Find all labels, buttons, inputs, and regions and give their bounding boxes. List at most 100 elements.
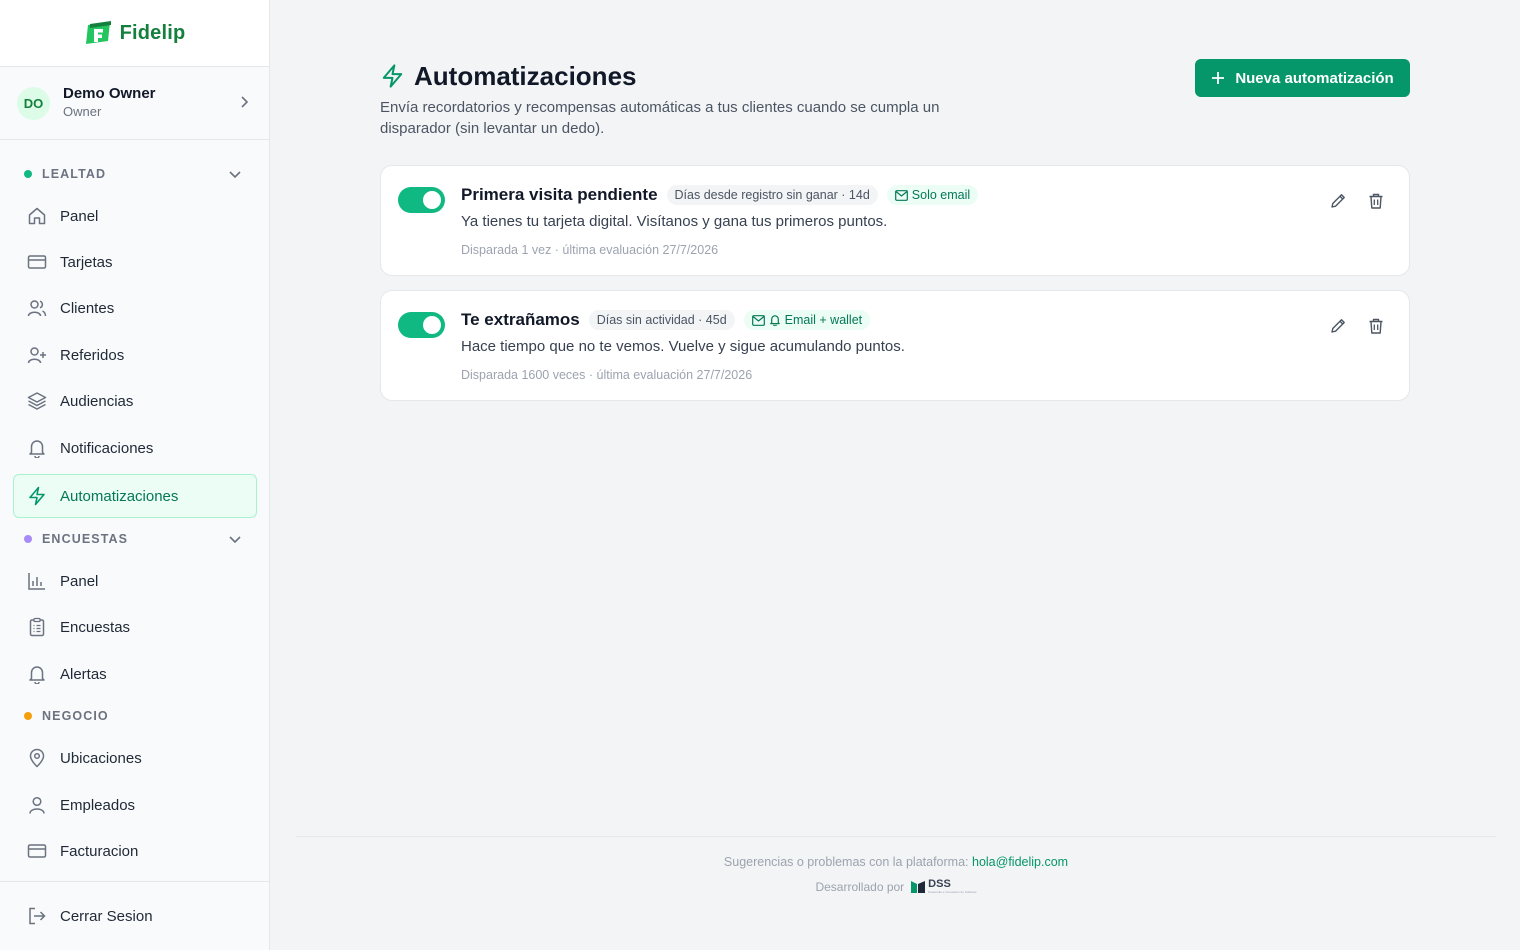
channel-label: Solo email (911, 188, 971, 202)
support-email-link[interactable]: hola@fidelip.com (972, 855, 1068, 869)
sidebar-item-automatizaciones[interactable]: Automatizaciones (13, 474, 257, 518)
channel-badge: Solo email (886, 185, 979, 205)
automation-card: Primera visita pendiente Días desde regi… (380, 165, 1410, 276)
credit-card-icon (26, 251, 48, 273)
dss-logo[interactable]: DSS Desarrollo e Innovación de Software (910, 878, 977, 895)
section-label: ENCUESTAS (42, 532, 129, 546)
users-icon (26, 297, 48, 319)
trash-icon[interactable] (1365, 190, 1387, 212)
home-icon (26, 205, 48, 227)
sidebar-footer: Cerrar Sesion (0, 881, 269, 950)
sidebar-item-label: Ubicaciones (60, 749, 142, 767)
trigger-badge: Días sin actividad · 45d (588, 310, 735, 330)
lightning-icon (382, 64, 403, 88)
section-dot (24, 170, 32, 178)
footer-feedback-text: Sugerencias o problemas con la plataform… (723, 855, 969, 869)
credit-card-icon (26, 840, 48, 862)
section-encuestas[interactable]: ENCUESTAS (24, 529, 246, 549)
automation-message: Ya tienes tu tarjeta digital. Visítanos … (461, 213, 888, 230)
bar-chart-icon (26, 570, 48, 592)
sidebar-item-label: Alertas (60, 665, 107, 683)
sidebar-item-tarjetas[interactable]: Tarjetas (13, 240, 257, 284)
dss-logo-text: DSS (928, 878, 951, 890)
user-profile[interactable]: DO Demo Owner Owner (0, 67, 269, 140)
sidebar-item-notificaciones[interactable]: Notificaciones (13, 426, 257, 470)
sidebar-item-ubicaciones[interactable]: Ubicaciones (13, 736, 257, 780)
bell-icon (769, 315, 780, 326)
automation-meta: Disparada 1 vez · última evaluación 27/7… (461, 243, 719, 257)
section-lealtad[interactable]: LEALTAD (24, 164, 246, 184)
footer-developer: Desarrollado por DSS Desarrollo e Innova… (296, 879, 1496, 895)
mail-icon (751, 314, 765, 326)
sidebar-item-label: Notificaciones (60, 439, 154, 457)
automation-toggle[interactable] (398, 187, 445, 213)
page-description: Envía recordatorios y recompensas automá… (380, 99, 940, 137)
chevron-right-icon (241, 96, 249, 108)
sidebar-item-label: Audiencias (60, 392, 134, 410)
sidebar-item-clientes[interactable]: Clientes (13, 286, 257, 330)
lightning-icon (26, 485, 48, 507)
sidebar-item-label: Encuestas (60, 618, 131, 636)
user-name: Demo Owner (63, 85, 156, 102)
user-icon (26, 794, 48, 816)
user-plus-icon (26, 344, 48, 366)
sidebar-item-referidos[interactable]: Referidos (13, 333, 257, 377)
automation-meta: Disparada 1600 veces · última evaluación… (461, 368, 753, 382)
plus-icon (1212, 72, 1225, 84)
automation-card: Te extrañamos Días sin actividad · 45d E… (380, 290, 1410, 401)
trigger-badge: Días desde registro sin ganar · 14d (666, 185, 878, 205)
trash-icon[interactable] (1365, 315, 1387, 337)
sidebar-item-encuestas[interactable]: Encuestas (13, 605, 257, 649)
channel-badge: Email + wallet (743, 310, 871, 330)
new-automation-label: Nueva automatización (1235, 69, 1394, 87)
edit-icon[interactable] (1327, 190, 1349, 212)
section-dot (24, 712, 32, 720)
sidebar-item-alertas[interactable]: Alertas (13, 652, 257, 696)
clipboard-icon (26, 616, 48, 638)
sidebar-item-label: Referidos (60, 346, 125, 364)
dss-logo-icon (911, 881, 926, 893)
sidebar-item-panel[interactable]: Panel (13, 194, 257, 238)
logout-icon (26, 905, 48, 927)
chevron-down-icon (229, 536, 241, 544)
fidelip-logo-icon (85, 21, 111, 44)
toggle-knob (423, 191, 441, 209)
sidebar: Fidelip DO Demo Owner Owner LEALTAD Pane… (0, 0, 270, 950)
section-label: NEGOCIO (42, 709, 109, 723)
sidebar-item-label: Automatizaciones (60, 487, 179, 505)
sidebar-item-label: Clientes (60, 299, 115, 317)
bell-icon (26, 437, 48, 459)
channel-label: Email + wallet (784, 313, 863, 327)
sidebar-item-label: Panel (60, 207, 99, 225)
map-pin-icon (26, 747, 48, 769)
logout-label: Cerrar Sesion (60, 907, 153, 925)
footer-divider (296, 836, 1496, 837)
sidebar-item-label: Tarjetas (60, 253, 113, 271)
section-dot (24, 535, 32, 543)
section-negocio: NEGOCIO (24, 706, 246, 726)
avatar: DO (17, 86, 50, 120)
section-label: LEALTAD (42, 167, 107, 181)
mail-icon (894, 189, 908, 201)
sidebar-item-facturacion[interactable]: Facturacion (13, 829, 257, 873)
layers-icon (26, 390, 48, 412)
new-automation-button[interactable]: Nueva automatización (1195, 59, 1410, 97)
dss-tagline: Desarrollo e Innovación de Software (928, 890, 977, 894)
sidebar-item-audiencias[interactable]: Audiencias (13, 379, 257, 423)
bell-icon (26, 663, 48, 685)
sidebar-item-label: Empleados (60, 796, 136, 814)
sidebar-item-empleados[interactable]: Empleados (13, 783, 257, 827)
logout-button[interactable]: Cerrar Sesion (13, 894, 257, 938)
sidebar-item-label: Panel (60, 572, 99, 590)
user-role: Owner (63, 104, 102, 119)
brand-logo[interactable]: Fidelip (0, 0, 269, 67)
automation-title: Primera visita pendiente (461, 185, 658, 204)
brand-name: Fidelip (119, 21, 186, 44)
automation-message: Hace tiempo que no te vemos. Vuelve y si… (461, 338, 905, 355)
sidebar-item-label: Facturacion (60, 842, 139, 860)
sidebar-item-encuestas-panel[interactable]: Panel (13, 559, 257, 603)
page-title: Automatizaciones (414, 61, 637, 91)
edit-icon[interactable] (1327, 315, 1349, 337)
automation-toggle[interactable] (398, 312, 445, 338)
footer-feedback: Sugerencias o problemas con la plataform… (296, 855, 1496, 869)
